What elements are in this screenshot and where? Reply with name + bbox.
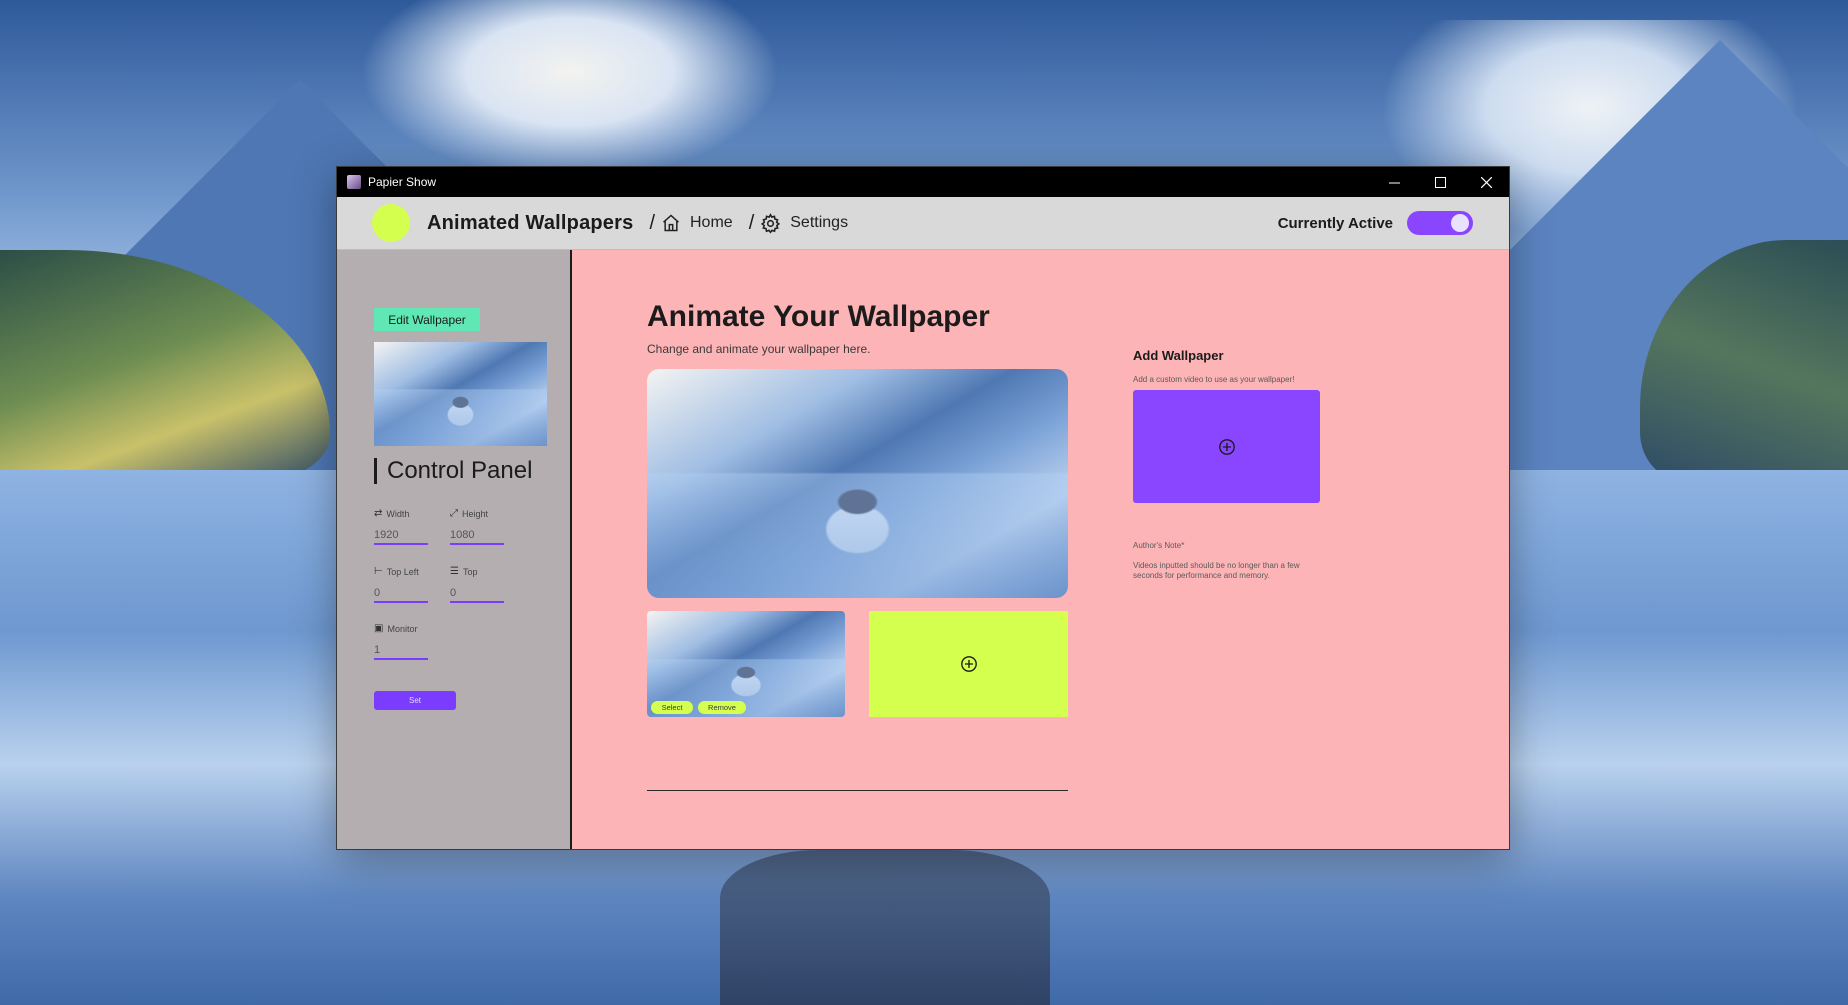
minimize-icon	[1388, 182, 1400, 183]
add-wallpaper-slot[interactable]	[869, 611, 1068, 717]
top-left-field: ⊢ Top Left 0	[374, 566, 428, 603]
close-button[interactable]	[1463, 167, 1509, 197]
page-title: Animate Your Wallpaper	[647, 300, 990, 333]
title-bar[interactable]: Papier Show	[337, 167, 1509, 197]
gear-icon	[761, 212, 781, 233]
app-icon	[347, 175, 361, 189]
sidebar: Edit Wallpaper Control Panel ⇄ Width 1920…	[337, 250, 572, 849]
monitor-label: Monitor	[387, 623, 418, 634]
height-field: ⤢ Height 1080	[450, 508, 504, 545]
maximize-icon	[1434, 176, 1446, 188]
home-icon	[663, 214, 679, 232]
breadcrumb-settings[interactable]: Settings	[760, 212, 849, 234]
brand-title: Animated Wallpapers	[427, 211, 634, 234]
toggle-knob	[1451, 214, 1469, 232]
top-icon: ☰	[450, 566, 459, 577]
control-panel-title-text: Control Panel	[387, 457, 533, 484]
app-logo	[372, 204, 410, 242]
window-title: Papier Show	[368, 175, 437, 189]
width-label: Width	[386, 508, 410, 519]
title-accent-bar	[374, 458, 377, 484]
monitor-input[interactable]: 1	[374, 644, 428, 660]
width-icon: ⇄	[374, 508, 383, 519]
monitor-field: ▣ Monitor 1	[374, 623, 428, 660]
height-label: Height	[462, 508, 489, 519]
page-subtitle: Change and animate your wallpaper here.	[647, 342, 871, 356]
active-toggle[interactable]	[1407, 211, 1473, 235]
plus-circle-icon	[960, 656, 977, 672]
set-button[interactable]: Set	[374, 691, 456, 710]
active-status-label: Currently Active	[1277, 214, 1393, 232]
upload-video-button[interactable]	[1133, 390, 1320, 503]
remove-button[interactable]: Remove	[698, 701, 746, 714]
author-note-title: Author's Note*	[1133, 541, 1185, 550]
breadcrumb-home[interactable]: Home	[661, 213, 733, 233]
breadcrumb-home-label: Home	[690, 214, 733, 231]
minimize-button[interactable]	[1371, 167, 1417, 197]
height-icon: ⤢	[450, 508, 458, 519]
top-left-icon: ⊢	[374, 566, 383, 577]
height-input[interactable]: 1080	[450, 529, 504, 545]
width-input[interactable]: 1920	[374, 529, 428, 545]
top-field: ☰ Top 0	[450, 566, 504, 603]
app-window: Papier Show Animated Wallpapers / Home /…	[336, 166, 1510, 850]
breadcrumb-settings-label: Settings	[790, 214, 849, 231]
top-label: Top	[462, 566, 478, 577]
edit-wallpaper-button[interactable]: Edit Wallpaper	[374, 308, 480, 331]
wallpaper-preview-large	[647, 369, 1068, 598]
wallpaper-card: Select Remove	[647, 611, 845, 717]
control-panel-title: Control Panel	[374, 457, 532, 485]
add-wallpaper-title: Add Wallpaper	[1133, 348, 1224, 363]
breadcrumb-separator: /	[649, 211, 655, 234]
maximize-button[interactable]	[1417, 167, 1463, 197]
top-input[interactable]: 0	[450, 587, 504, 603]
select-button[interactable]: Select	[651, 701, 693, 714]
app-header: Animated Wallpapers / Home / Settings Cu…	[337, 197, 1509, 250]
author-note-text: Videos inputted should be no longer than…	[1133, 561, 1300, 580]
plus-circle-icon	[1218, 438, 1235, 455]
current-wallpaper-preview	[374, 342, 547, 446]
monitor-icon: ▣	[374, 623, 384, 634]
top-left-input[interactable]: 0	[374, 587, 428, 603]
top-left-label: Top Left	[386, 566, 419, 577]
add-wallpaper-subtitle: Add a custom video to use as your wallpa…	[1133, 375, 1295, 384]
breadcrumb-separator: /	[748, 211, 755, 234]
close-icon	[1480, 176, 1492, 188]
main-content: Animate Your Wallpaper Change and animat…	[572, 250, 1509, 849]
width-field: ⇄ Width 1920	[374, 508, 428, 545]
content-divider	[647, 790, 1068, 791]
